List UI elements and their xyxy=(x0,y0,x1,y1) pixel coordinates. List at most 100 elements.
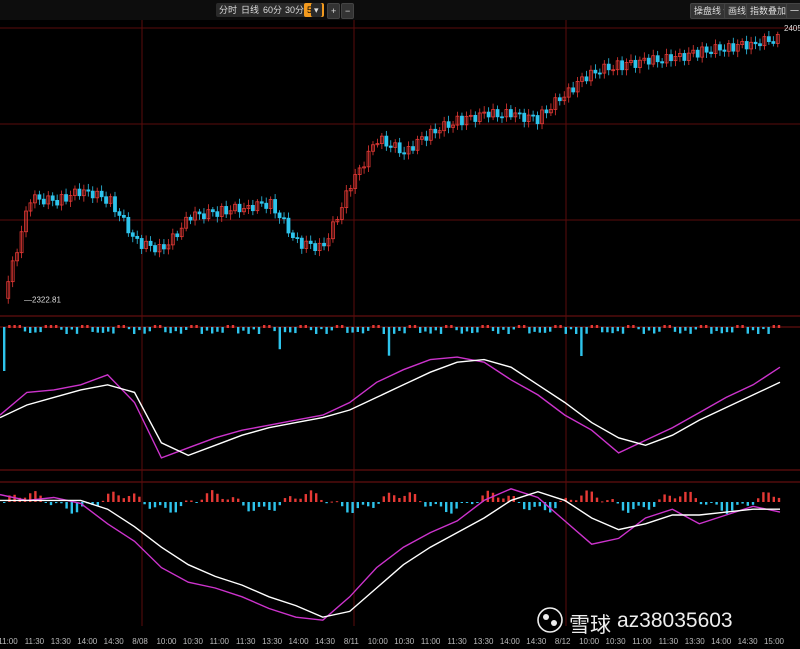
volume-bar xyxy=(174,327,177,332)
macd-bar xyxy=(476,502,479,503)
candle-body xyxy=(531,114,536,117)
volume-bar xyxy=(762,327,765,330)
macd-bar xyxy=(720,502,723,511)
candle-body xyxy=(50,195,55,201)
toolbar-right-button-3[interactable]: 一日 ▾ xyxy=(786,3,800,19)
volume-bar xyxy=(55,325,58,328)
candle-body xyxy=(620,60,624,71)
volume-bar xyxy=(3,327,6,371)
volume-bar xyxy=(377,325,380,328)
volume-bar xyxy=(148,327,151,332)
volume-bar xyxy=(252,327,255,330)
volume-bar xyxy=(138,327,141,331)
candle-body xyxy=(446,121,451,128)
candle-body xyxy=(135,235,140,239)
macd-bar xyxy=(554,502,557,509)
volume-bar xyxy=(237,327,240,334)
candle-body xyxy=(295,237,300,239)
x-tick-label: 11:00 xyxy=(210,637,230,646)
volume-bar xyxy=(107,327,110,332)
volume-bar xyxy=(263,325,266,328)
candle-body xyxy=(121,214,126,218)
volume-bar xyxy=(543,327,547,333)
macd-bar xyxy=(611,499,614,502)
volume-bar xyxy=(278,327,281,350)
volume-bar xyxy=(190,325,193,328)
volume-bar xyxy=(346,327,349,333)
macd-bar xyxy=(767,492,770,502)
period-tab-1[interactable]: 日线 xyxy=(238,3,263,17)
macd-bar xyxy=(195,502,198,503)
volume-bar xyxy=(257,327,261,334)
volume-bar xyxy=(159,325,162,328)
volume-bar xyxy=(538,327,541,333)
candle-body xyxy=(584,76,589,82)
volume-bar xyxy=(169,327,172,334)
volume-bar xyxy=(611,327,614,334)
macd-bar xyxy=(632,502,635,510)
macd-bar xyxy=(606,500,609,502)
volume-bar xyxy=(117,325,120,328)
x-tick-label: 13:30 xyxy=(262,637,283,646)
macd-bar xyxy=(580,495,583,502)
candle-body xyxy=(495,109,500,118)
candle-body xyxy=(633,59,638,68)
candle-body xyxy=(771,41,776,44)
volume-bar xyxy=(569,327,573,330)
volume-bar xyxy=(684,327,687,331)
candle-body xyxy=(250,204,255,212)
candle-body xyxy=(313,243,318,252)
candle-body xyxy=(682,53,687,61)
candle-body xyxy=(758,43,762,47)
period-tab-0[interactable]: 分时 xyxy=(216,3,241,17)
candle-body xyxy=(522,112,527,122)
zoom-out-button[interactable]: − xyxy=(341,3,355,19)
macd-bar xyxy=(419,501,422,503)
panel3-fast-line xyxy=(0,488,781,621)
macd-bar xyxy=(231,497,235,502)
candle-body xyxy=(322,242,326,247)
volume-bar xyxy=(387,327,391,356)
macd-bar xyxy=(351,502,354,513)
zoom-in-button[interactable]: + xyxy=(327,3,341,19)
volume-bar xyxy=(601,327,604,333)
candle-body xyxy=(224,206,229,215)
macd-bar xyxy=(242,502,245,506)
macd-bar xyxy=(393,495,396,502)
volume-bar xyxy=(460,327,463,334)
period-dropdown-icon[interactable]: ▾ xyxy=(311,3,322,17)
x-tick-label: 10:30 xyxy=(394,637,415,646)
candle-body xyxy=(99,190,104,198)
volume-bar xyxy=(476,327,479,333)
candle-body xyxy=(473,114,478,122)
macd-bar xyxy=(679,496,682,502)
macd-bar xyxy=(465,502,469,503)
candle-body xyxy=(486,111,491,118)
volume-bar xyxy=(221,327,224,333)
candle-body xyxy=(766,36,771,42)
macd-bar xyxy=(211,490,214,502)
macd-bar xyxy=(715,502,718,505)
macd-bar xyxy=(668,495,671,502)
volume-bar xyxy=(112,327,115,334)
volume-bar xyxy=(502,327,505,330)
volume-bar xyxy=(413,325,417,328)
candle-body xyxy=(731,43,736,52)
candle-body xyxy=(264,202,269,209)
volume-bar xyxy=(653,327,656,334)
candle-body xyxy=(397,142,402,154)
candle-body xyxy=(500,116,504,119)
volume-bar xyxy=(689,327,692,334)
candle-body xyxy=(291,232,295,238)
candle-body xyxy=(535,115,540,125)
volume-bar xyxy=(309,327,313,331)
candle-body xyxy=(210,209,215,213)
candle-body xyxy=(41,198,46,205)
macd-bar xyxy=(263,502,266,507)
macd-bar xyxy=(424,502,427,507)
volume-bar xyxy=(231,325,235,328)
volume-bar xyxy=(424,327,427,332)
macd-bar xyxy=(367,502,370,507)
volume-bar xyxy=(49,325,53,328)
x-tick-label: 10:00 xyxy=(156,637,177,646)
